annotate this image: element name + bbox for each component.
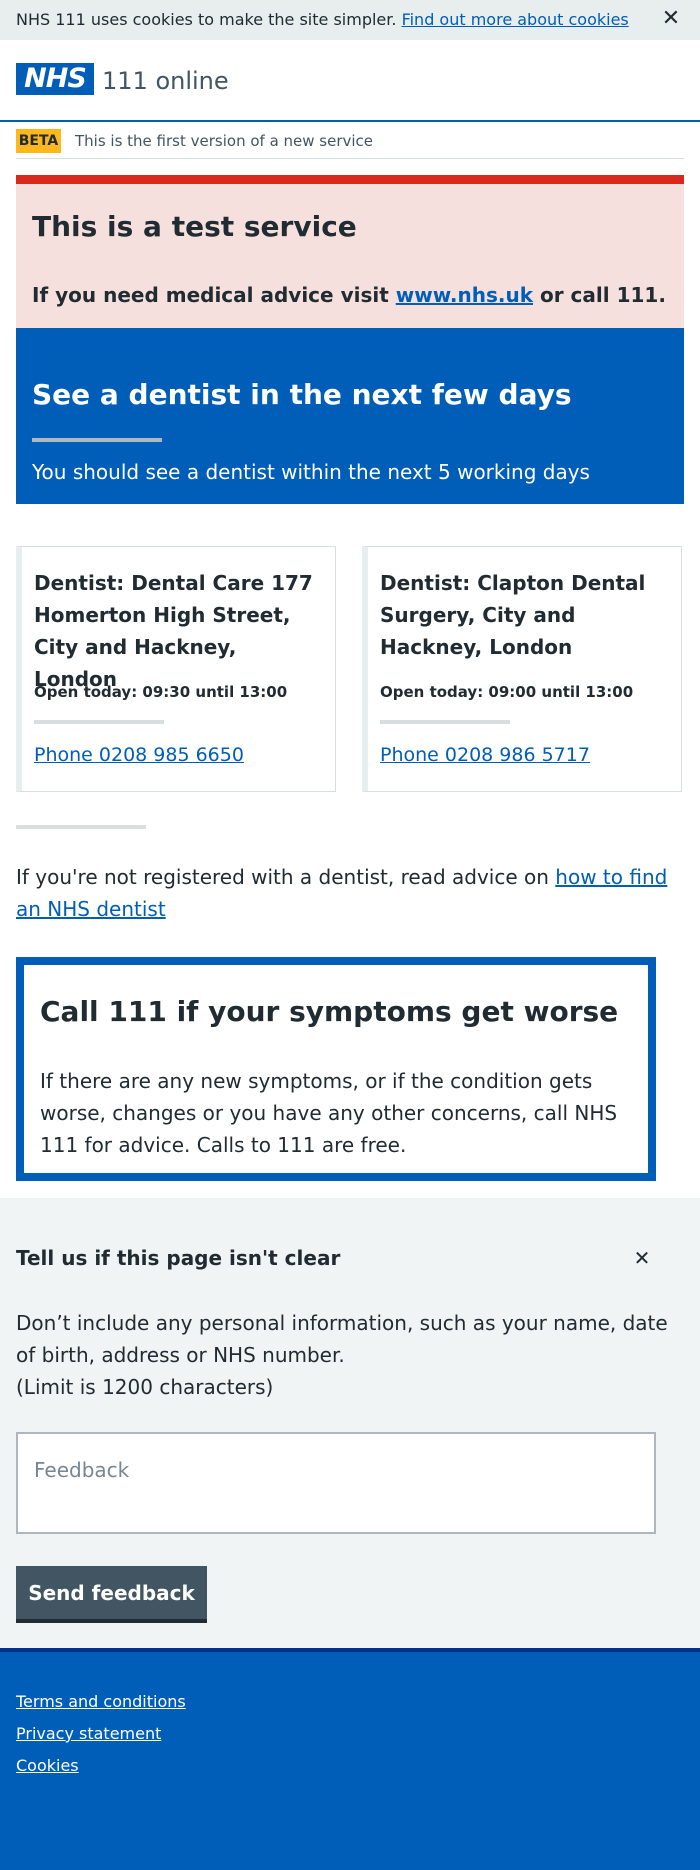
beta-banner: BETA This is the first version of a new … [16,122,684,159]
care-card-title: Call 111 if your symptoms get worse [40,995,619,1028]
hero-subtitle: You should see a dentist within the next… [32,460,590,484]
dentist-phone-link[interactable]: Phone 0208 985 6650 [34,743,244,767]
card-divider [380,720,510,724]
cookie-info-link[interactable]: Find out more about cookies [402,10,629,29]
outcome-hero: See a dentist in the next few days You s… [16,328,684,504]
nhs-website-link[interactable]: www.nhs.uk [396,283,533,307]
site-header: NHS 111 online [0,40,700,122]
feedback-hint-text: Don’t include any personal information, … [16,1311,668,1367]
alert-title: This is a test service [32,210,357,243]
advice-text: If you're not registered with a dentist,… [16,865,549,889]
dentist-hours: Open today: 09:30 until 13:00 [34,683,288,701]
nhs-logo[interactable]: NHS [16,63,94,95]
find-dentist-advice: If you're not registered with a dentist,… [16,861,684,925]
send-feedback-button[interactable]: Send feedback [16,1566,207,1623]
page-title: See a dentist in the next few days [32,378,572,411]
dentist-name: Dentist: Dental Care 177 Homerton High S… [34,571,313,691]
cookie-message: NHS 111 uses cookies to make the site si… [16,10,397,29]
hero-divider [32,438,162,442]
dentist-phone-link[interactable]: Phone 0208 986 5717 [380,743,590,767]
feedback-title: Tell us if this page isn't clear [16,1246,341,1270]
beta-text: This is the first version of a new servi… [75,132,374,150]
dentist-hours: Open today: 09:00 until 13:00 [380,683,634,701]
site-footer: Terms and conditions Privacy statement C… [0,1648,700,1870]
service-name[interactable]: 111 online [102,67,229,95]
care-card-body: If there are any new symptoms, or if the… [40,1069,618,1157]
close-icon[interactable]: ✕ [630,1245,654,1271]
cookie-banner: NHS 111 uses cookies to make the site si… [0,0,700,40]
beta-tag: BETA [16,129,61,153]
feedback-hint: Don’t include any personal information, … [16,1307,676,1403]
footer-link-privacy[interactable]: Privacy statement [16,1724,161,1744]
dentist-name: Dentist: Clapton Dental Surgery, City an… [380,571,646,659]
card-divider [34,720,164,724]
alert-body-before: If you need medical advice visit [32,283,389,307]
test-service-alert: This is a test service If you need medic… [16,175,684,328]
section-divider [16,825,146,829]
dentist-card: Dentist: Clapton Dental Surgery, City an… [362,546,682,792]
alert-body: If you need medical advice visit www.nhs… [32,282,666,308]
dentist-card: Dentist: Dental Care 177 Homerton High S… [16,546,336,792]
feedback-input[interactable] [16,1432,656,1534]
worsening-symptoms-card: Call 111 if your symptoms get worse If t… [16,957,656,1181]
close-icon[interactable]: ✕ [660,6,682,32]
footer-link-terms[interactable]: Terms and conditions [16,1692,186,1712]
cookie-banner-text: NHS 111 uses cookies to make the site si… [16,10,629,30]
alert-body-after: or call 111. [539,283,666,307]
feedback-limit: (Limit is 1200 characters) [16,1375,274,1399]
feedback-section: Tell us if this page isn't clear ✕ Don’t… [0,1198,700,1648]
footer-link-cookies[interactable]: Cookies [16,1756,79,1776]
